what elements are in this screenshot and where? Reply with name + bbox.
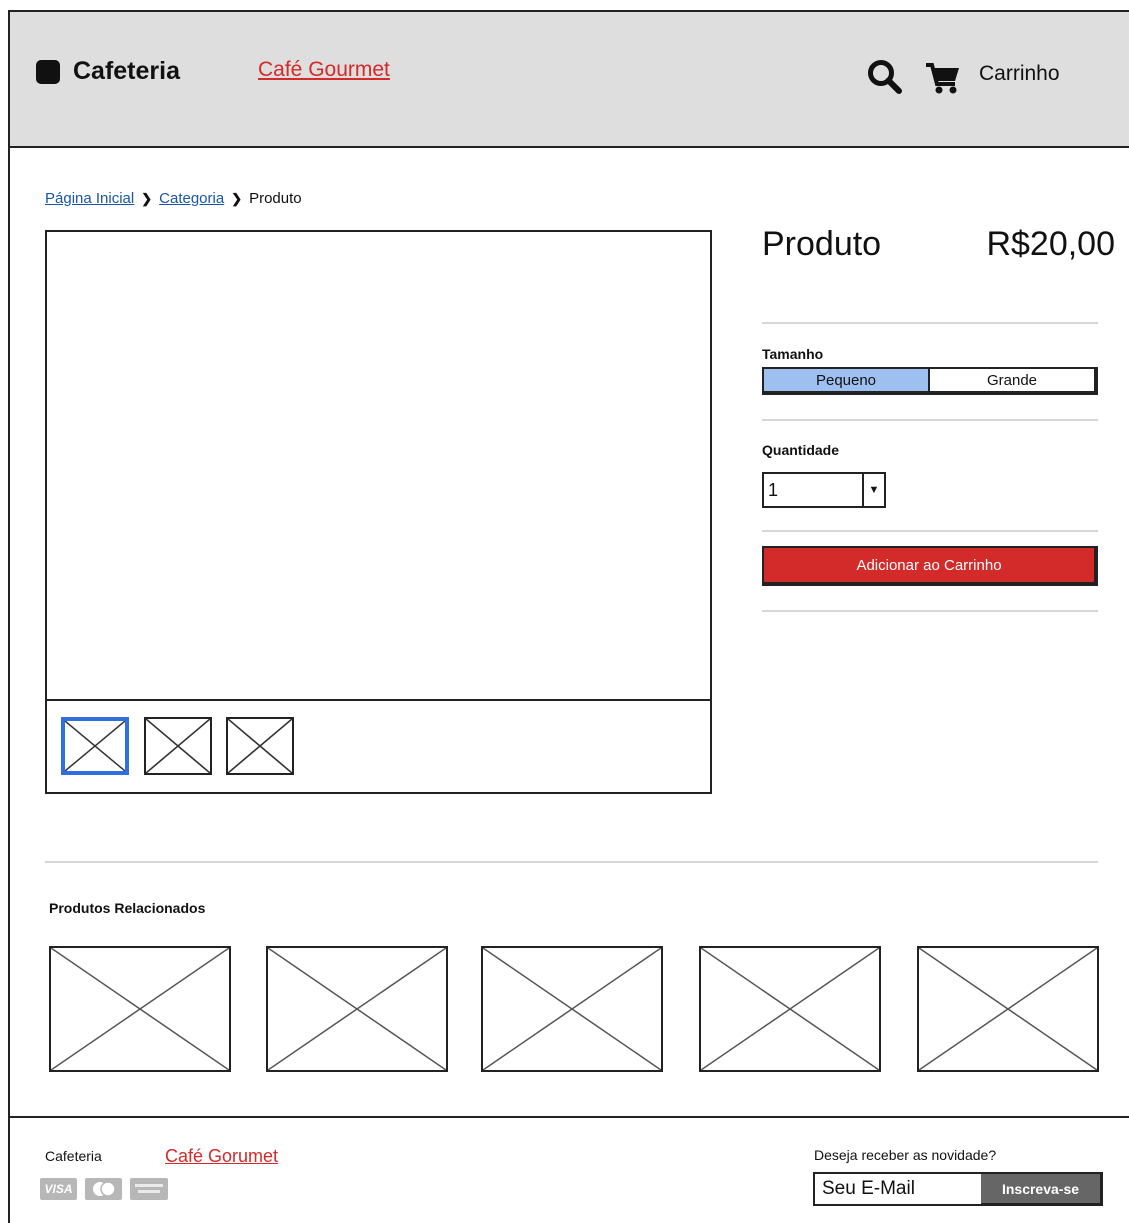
breadcrumb: Página Inicial ❯ Categoria ❯ Produto	[45, 190, 302, 207]
brand-name[interactable]: Cafeteria	[73, 57, 180, 86]
breadcrumb-category-link[interactable]: Categoria	[159, 190, 224, 207]
thumbnail-strip	[47, 699, 710, 792]
related-product-image[interactable]	[917, 946, 1099, 1072]
american-express-icon	[130, 1178, 168, 1200]
subscribe-button[interactable]: Inscreva-se	[981, 1172, 1103, 1206]
footer-brand-link[interactable]: Café Gorumet	[165, 1146, 278, 1167]
size-label: Tamanho	[762, 346, 824, 362]
divider	[762, 610, 1098, 612]
related-products-title: Produtos Relacionados	[49, 900, 206, 916]
newsletter-label: Deseja receber as novidade?	[814, 1147, 997, 1163]
footer-brand[interactable]: Cafeteria	[45, 1148, 102, 1164]
quantity-label: Quantidade	[762, 442, 840, 458]
product-price: R$20,00	[986, 225, 1115, 263]
divider	[762, 530, 1098, 532]
product-gallery	[45, 230, 712, 794]
related-product-image[interactable]	[49, 946, 231, 1072]
cart-label[interactable]: Carrinho	[979, 62, 1060, 86]
thumbnail-image[interactable]	[226, 717, 294, 775]
footer-divider	[10, 1116, 1129, 1118]
divider	[762, 419, 1098, 421]
thumbnail-image[interactable]	[61, 717, 129, 775]
visa-icon: VISA	[40, 1178, 77, 1200]
section-divider	[45, 861, 1098, 863]
product-title: Produto	[762, 225, 882, 263]
mastercard-icon	[85, 1178, 122, 1200]
chevron-down-icon[interactable]: ▼	[862, 474, 884, 506]
add-to-cart-button[interactable]: Adicionar ao Carrinho	[762, 546, 1098, 586]
quantity-select[interactable]: 1 ▼	[762, 472, 886, 508]
chevron-right-icon: ❯	[141, 190, 153, 206]
search-icon[interactable]	[866, 58, 904, 96]
related-product-image[interactable]	[266, 946, 448, 1072]
main-product-image	[47, 232, 710, 699]
breadcrumb-home-link[interactable]: Página Inicial	[45, 190, 134, 207]
related-product-image[interactable]	[481, 946, 663, 1072]
logo-icon[interactable]	[36, 60, 60, 84]
quantity-value: 1	[768, 480, 779, 500]
thumbnail-image[interactable]	[144, 717, 212, 775]
breadcrumb-current: Produto	[249, 190, 302, 207]
brand-link[interactable]: Café Gourmet	[258, 58, 390, 82]
divider	[762, 322, 1098, 324]
related-product-image[interactable]	[699, 946, 881, 1072]
cart-icon[interactable]	[924, 60, 962, 96]
size-option-grande[interactable]: Grande	[930, 369, 1094, 391]
chevron-right-icon: ❯	[231, 190, 243, 206]
size-option-pequeno[interactable]: Pequeno	[764, 369, 930, 391]
size-toggle: Pequeno Grande	[762, 367, 1098, 395]
email-field[interactable]: Seu E-Mail	[813, 1172, 981, 1206]
